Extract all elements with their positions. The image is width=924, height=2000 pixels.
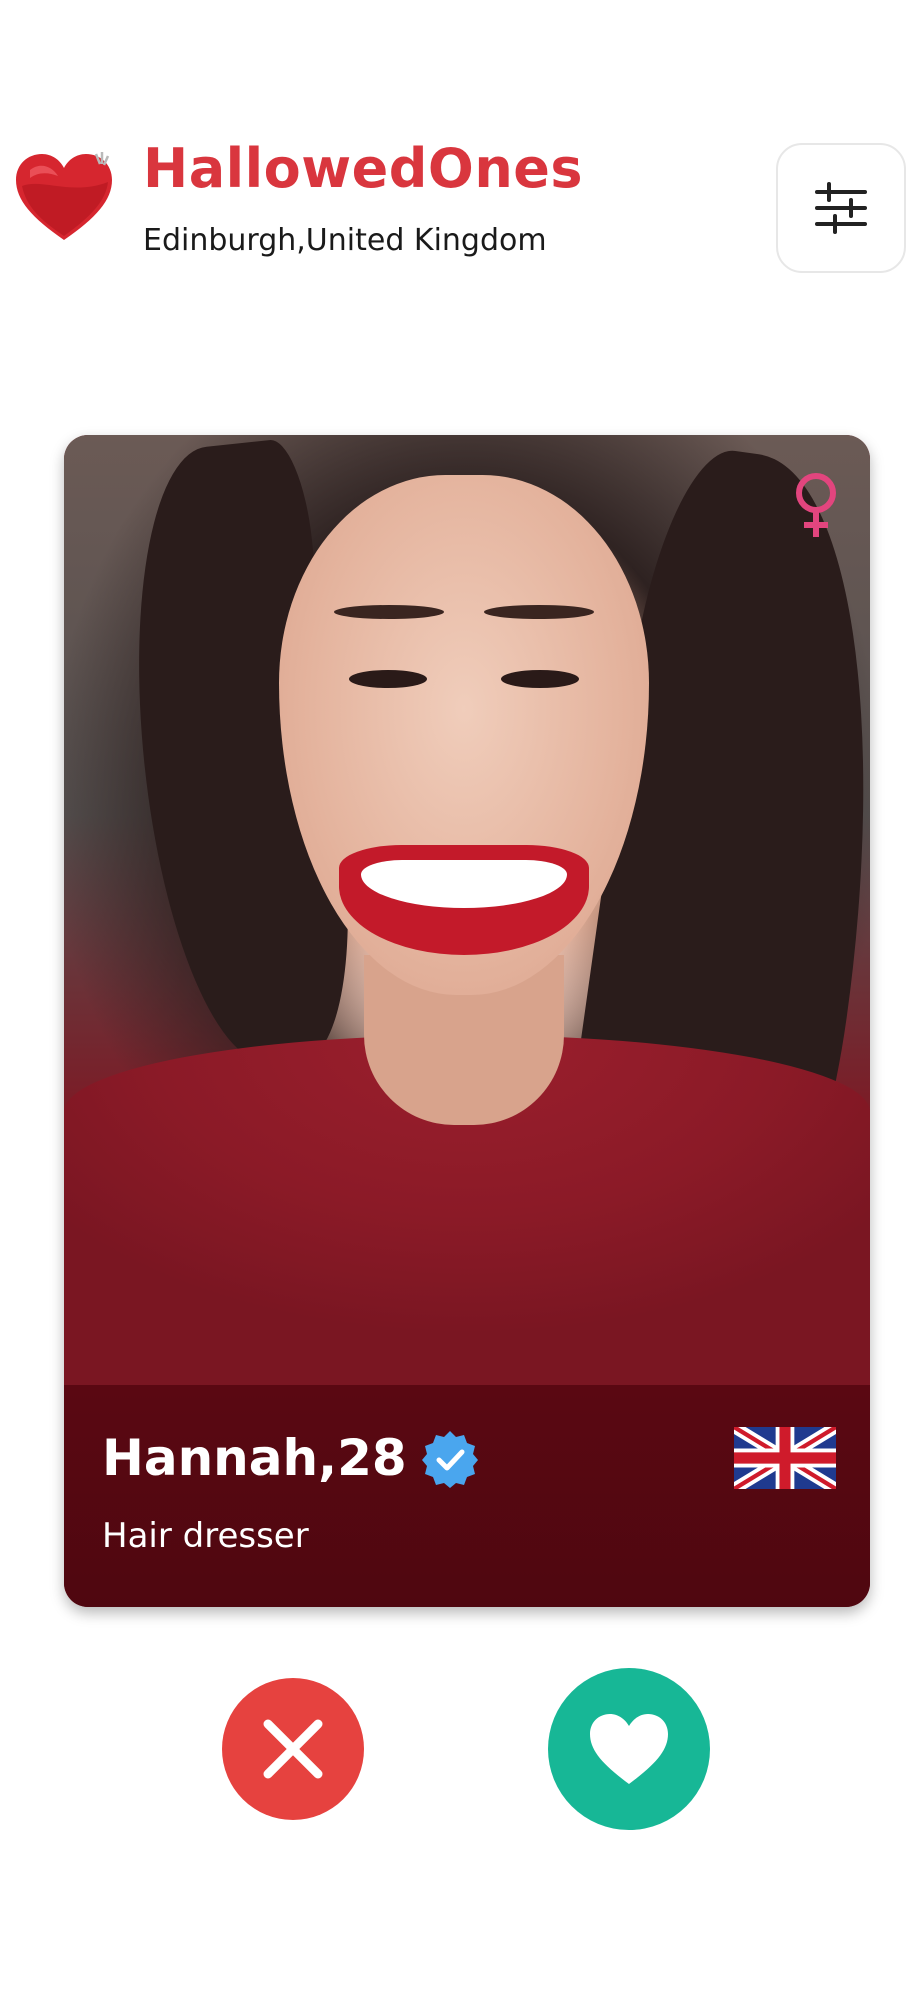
location-label: Edinburgh,United Kingdom [143, 223, 547, 258]
heart-icon [590, 1714, 668, 1784]
united-kingdom-flag-icon [734, 1427, 836, 1489]
app-title: HallowedOnes [143, 137, 584, 200]
verified-badge-icon [422, 1431, 478, 1488]
profile-occupation: Hair dresser [102, 1516, 309, 1556]
photo-brow-left [334, 605, 444, 619]
profile-info-panel: Hannah,28 Hair dresser [64, 1385, 870, 1607]
profile-card[interactable]: Hannah,28 Hair dresser [64, 435, 870, 1607]
like-button[interactable] [548, 1668, 710, 1830]
photo-eye-left [349, 670, 427, 688]
app-header: HallowedOnes Edinburgh,United Kingdom [0, 0, 924, 300]
photo-brow-right [484, 605, 594, 619]
sliders-icon [815, 182, 867, 234]
close-icon [263, 1719, 323, 1779]
heart-logo-icon [16, 152, 112, 240]
filter-button[interactable] [776, 143, 906, 273]
profile-name-age: Hannah,28 [102, 1429, 407, 1487]
dislike-button[interactable] [222, 1678, 364, 1820]
profile-photo [64, 435, 870, 1385]
female-gender-icon [796, 473, 836, 537]
photo-eye-right [501, 670, 579, 688]
